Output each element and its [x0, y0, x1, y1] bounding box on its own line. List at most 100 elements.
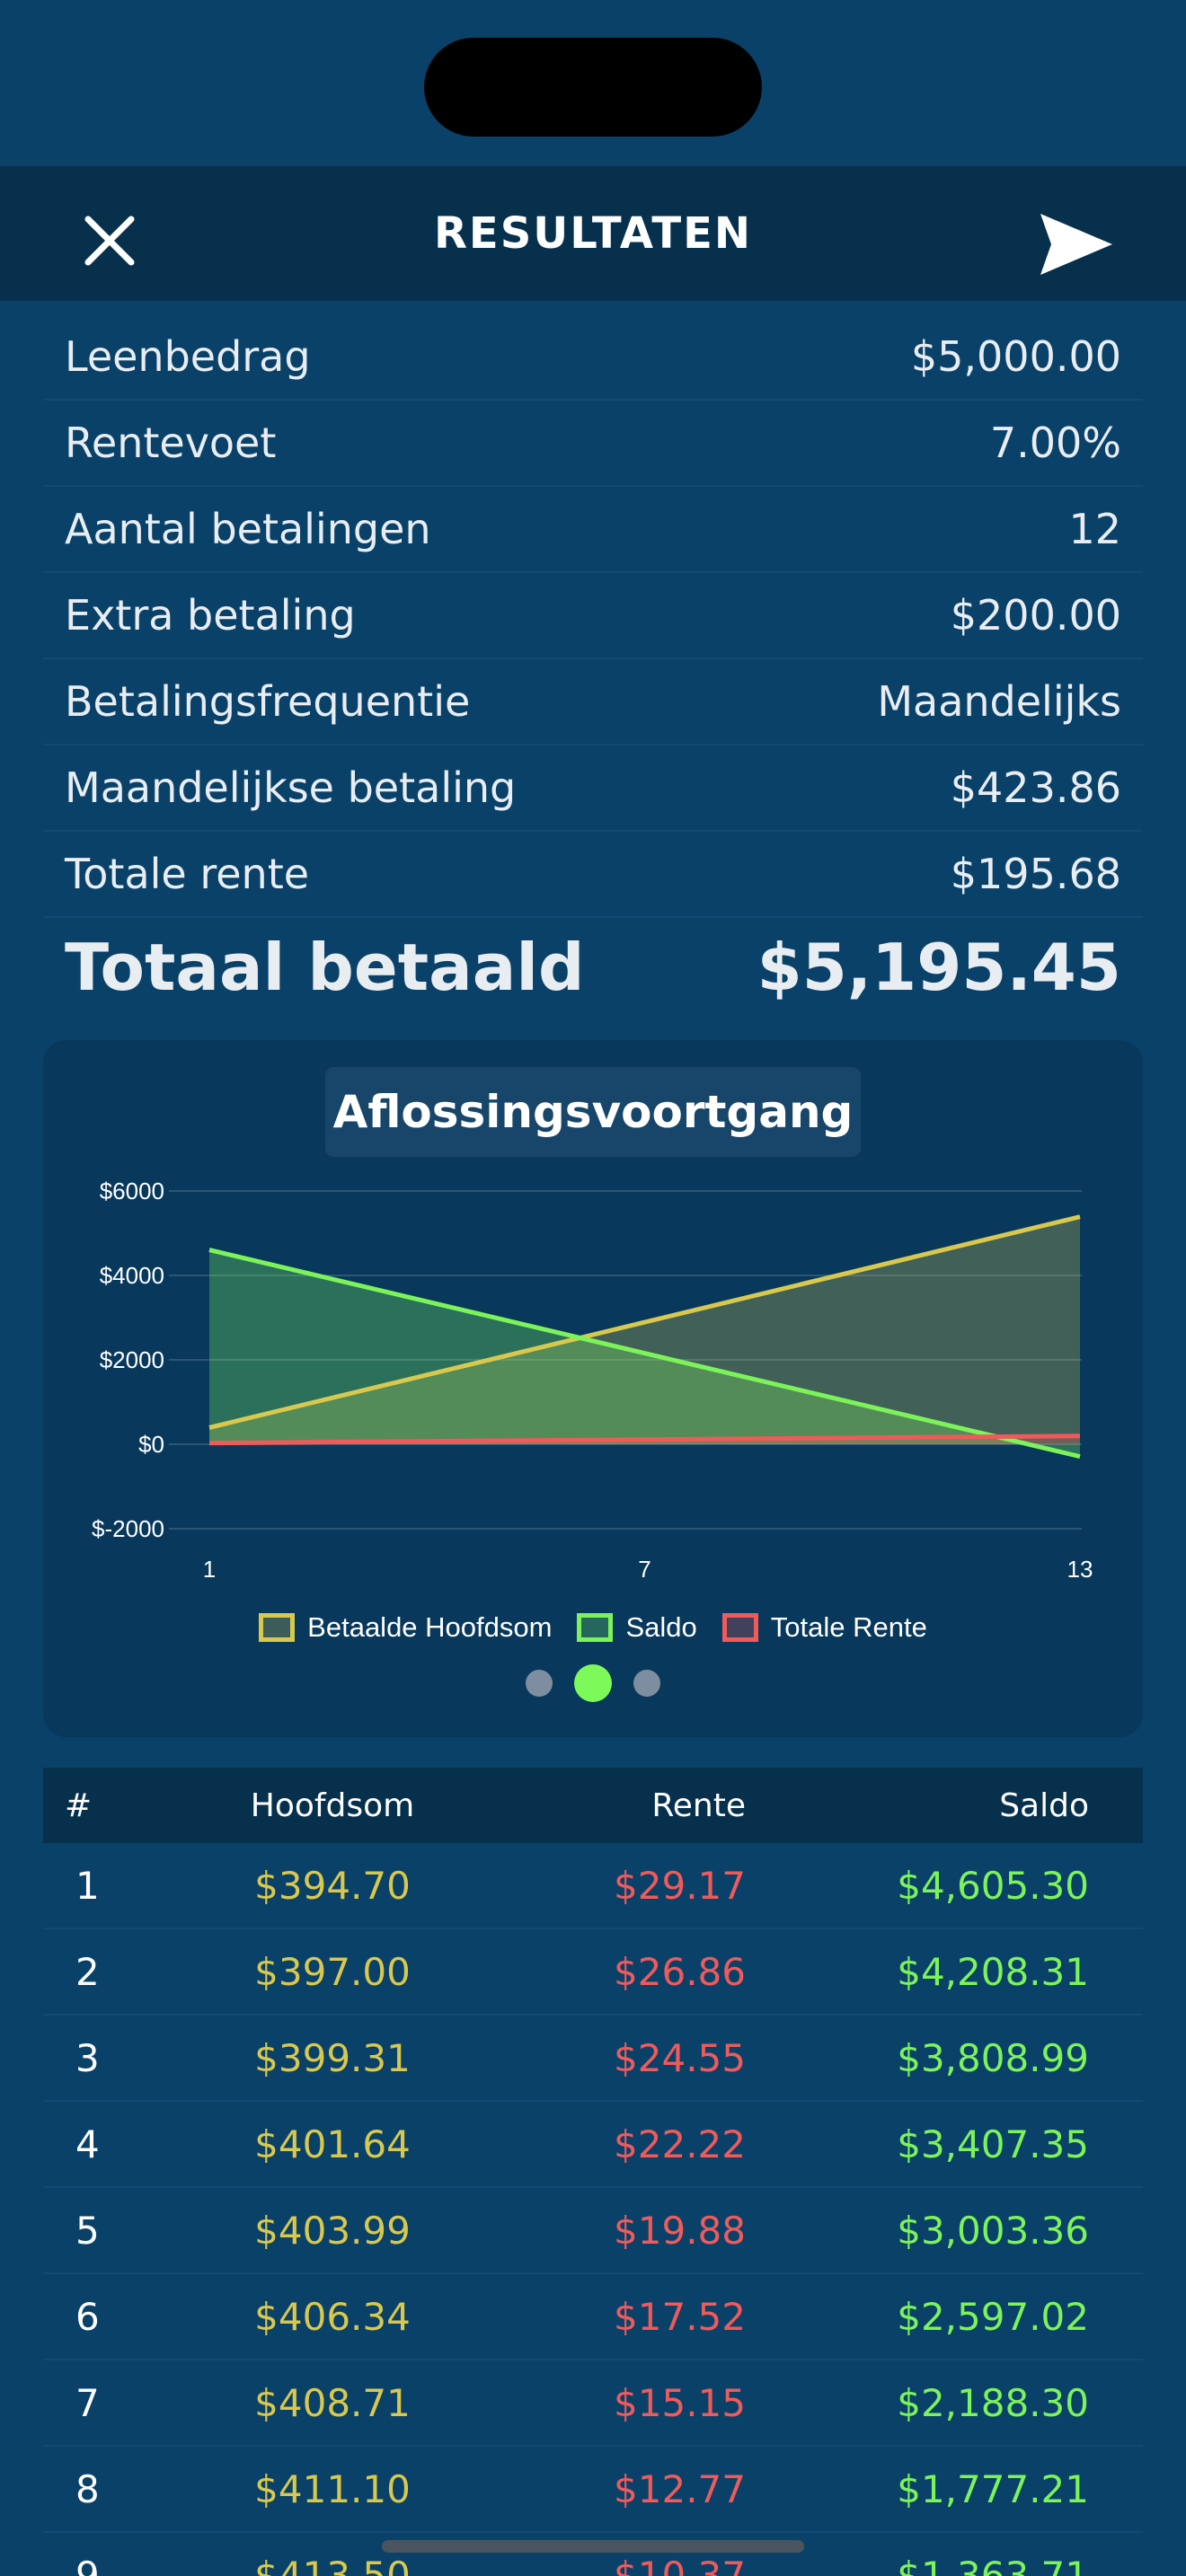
legend-label: Saldo [625, 1611, 697, 1643]
row-balance: $4,208.31 [897, 1949, 1089, 1994]
table-row: 7 $408.71 $15.15 $2,188.30 [43, 2360, 1143, 2447]
row-principal: $399.31 [254, 2035, 411, 2080]
legend-item-interest[interactable]: Totale Rente [721, 1611, 927, 1644]
camera-notch [424, 38, 762, 137]
summary-label: Rentevoet [65, 419, 277, 467]
legend-label: Totale Rente [770, 1611, 927, 1643]
summary-label: Leenbedrag [65, 332, 311, 381]
status-bar [0, 0, 1186, 166]
summary-label: Betalingsfrequentie [65, 677, 471, 726]
table-header: # Hoofdsom Rente Saldo [43, 1768, 1143, 1843]
x-tick-label: 7 [638, 1556, 651, 1583]
chart-legend: Betaalde Hoofdsom Saldo Totale Rente [0, 1603, 1186, 1652]
summary-value: 7.00% [989, 419, 1121, 467]
row-interest: $15.15 [614, 2380, 746, 2425]
summary-label: Aantal betalingen [65, 505, 431, 553]
row-balance: $1,777.21 [897, 2466, 1089, 2511]
y-tick-label: $0 [138, 1431, 164, 1458]
home-indicator[interactable] [382, 2540, 804, 2553]
legend-swatch-balance [577, 1613, 614, 1642]
row-interest: $24.55 [614, 2035, 746, 2080]
summary-row-monthly-payment: Maandelijkse betaling $423.86 [43, 745, 1143, 832]
column-header-balance: Saldo [999, 1786, 1089, 1824]
top-bar: RESULTATEN [0, 166, 1186, 301]
summary-row-frequency: Betalingsfrequentie Maandelijks [43, 659, 1143, 745]
table-row: 6 $406.34 $17.52 $2,597.02 [43, 2274, 1143, 2360]
summary-value: $5,000.00 [910, 332, 1121, 381]
row-number: 7 [75, 2380, 100, 2425]
table-row: 8 $411.10 $12.77 $1,777.21 [43, 2447, 1143, 2533]
row-principal: $394.70 [254, 1863, 411, 1908]
y-tick-label: $4000 [100, 1262, 164, 1289]
summary-label: Maandelijkse betaling [65, 763, 517, 812]
close-button[interactable] [74, 205, 146, 277]
summary-value: $423.86 [950, 763, 1121, 812]
send-button[interactable] [1031, 204, 1121, 285]
total-value: $5,195.45 [757, 930, 1121, 1005]
summary-row-extra-payment: Extra betaling $200.00 [43, 573, 1143, 659]
summary-list: Leenbedrag $5,000.00 Rentevoet 7.00% Aan… [43, 314, 1143, 1017]
summary-row-payment-count: Aantal betalingen 12 [43, 487, 1143, 573]
row-number: 2 [75, 1949, 100, 1994]
row-principal: $401.64 [254, 2122, 411, 2166]
amortization-table: # Hoofdsom Rente Saldo 1 $394.70 $29.17 $4,… [43, 1768, 1143, 2576]
row-interest: $29.17 [614, 1863, 746, 1908]
row-balance: $4,605.30 [897, 1863, 1089, 1908]
row-interest: $10.37 [614, 2553, 746, 2576]
page-dot[interactable] [633, 1670, 660, 1697]
row-interest: $12.77 [614, 2466, 746, 2511]
row-number: 6 [75, 2294, 100, 2339]
row-principal: $408.71 [254, 2380, 411, 2425]
page-indicator [0, 1664, 1186, 1702]
legend-label: Betaalde Hoofdsom [307, 1611, 553, 1643]
row-number: 5 [75, 2208, 100, 2253]
total-label: Totaal betaald [65, 930, 585, 1005]
row-number: 4 [75, 2122, 100, 2166]
row-number: 8 [75, 2466, 100, 2511]
table-body: 1 $394.70 $29.17 $4,605.30 2 $397.00 $26.86 $4,… [43, 1843, 1143, 2576]
row-interest: $22.22 [614, 2122, 746, 2166]
x-tick-label: 1 [203, 1556, 216, 1583]
results-screen: RESULTATEN Leenbedrag $5,000.00 Rentevoe… [0, 0, 1186, 2576]
row-principal: $411.10 [254, 2466, 411, 2511]
send-icon [1040, 214, 1112, 275]
summary-row-total-paid: Totaal betaald $5,195.45 [43, 918, 1143, 1017]
column-header-interest: Rente [651, 1786, 746, 1824]
summary-row-loan-amount: Leenbedrag $5,000.00 [43, 314, 1143, 401]
row-number: 9 [75, 2553, 100, 2576]
row-balance: $2,597.02 [897, 2294, 1089, 2339]
row-number: 3 [75, 2035, 100, 2080]
row-interest: $19.88 [614, 2208, 746, 2253]
row-principal: $406.34 [254, 2294, 411, 2339]
summary-value: $200.00 [950, 591, 1121, 640]
row-balance: $1,363.71 [897, 2553, 1089, 2576]
table-row: 5 $403.99 $19.88 $3,003.36 [43, 2188, 1143, 2274]
legend-item-balance[interactable]: Saldo [577, 1611, 697, 1644]
row-number: 1 [75, 1863, 100, 1908]
legend-swatch-principal [259, 1613, 296, 1642]
summary-value: Maandelijks [877, 677, 1121, 726]
x-tick-label: 13 [1067, 1556, 1093, 1583]
row-interest: $17.52 [614, 2294, 746, 2339]
row-balance: $2,188.30 [897, 2380, 1089, 2425]
legend-item-principal[interactable]: Betaalde Hoofdsom [259, 1611, 552, 1644]
y-tick-label: $2000 [100, 1346, 164, 1373]
page-dot[interactable] [526, 1670, 553, 1697]
summary-label: Totale rente [65, 850, 310, 898]
row-interest: $26.86 [614, 1949, 746, 1994]
row-balance: $3,003.36 [897, 2208, 1089, 2253]
table-row: 1 $394.70 $29.17 $4,605.30 [43, 1843, 1143, 1929]
close-icon [84, 216, 135, 266]
summary-value: 12 [1068, 505, 1121, 553]
table-row: 4 $401.64 $22.22 $3,407.35 [43, 2102, 1143, 2188]
row-principal: $413.50 [254, 2553, 411, 2576]
y-tick-label: $-2000 [92, 1515, 164, 1542]
chart-title: Aflossingsvoortgang [325, 1067, 861, 1157]
row-balance: $3,407.35 [897, 2122, 1089, 2166]
summary-value: $195.68 [950, 850, 1121, 898]
table-row: 2 $397.00 $26.86 $4,208.31 [43, 1929, 1143, 2016]
row-principal: $403.99 [254, 2208, 411, 2253]
row-balance: $3,808.99 [897, 2035, 1089, 2080]
legend-swatch-interest [721, 1613, 758, 1642]
page-dot-active[interactable] [574, 1664, 612, 1702]
